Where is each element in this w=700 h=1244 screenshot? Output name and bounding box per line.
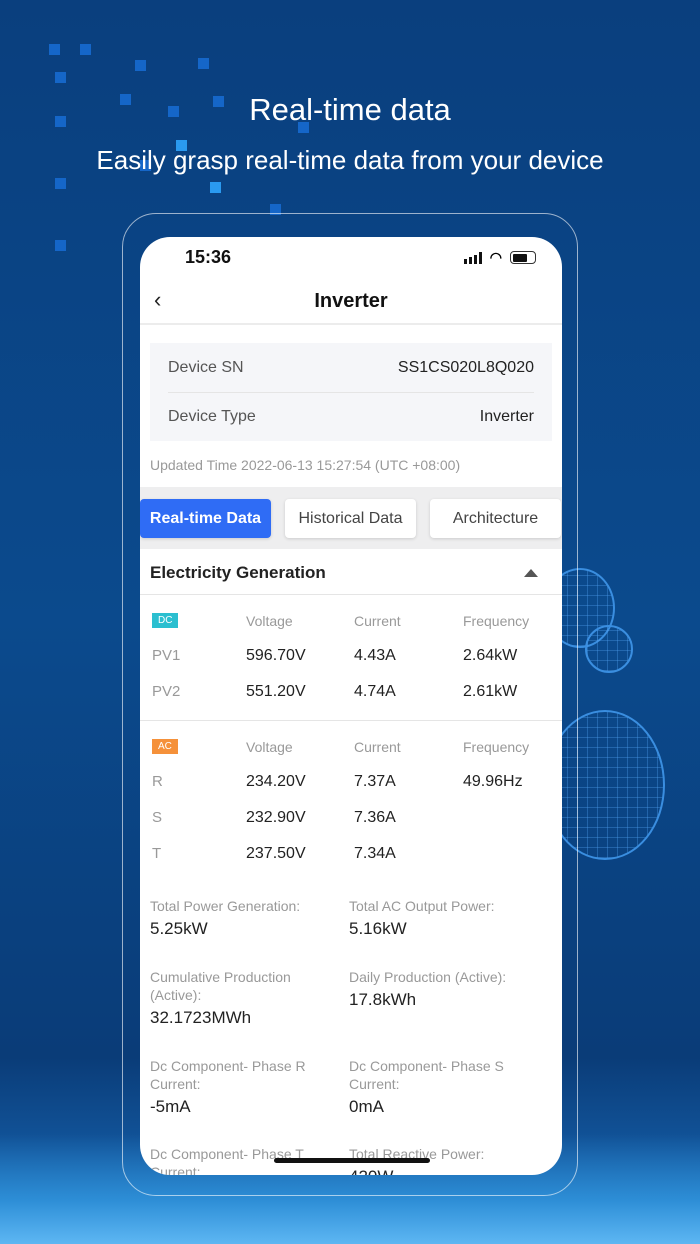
promo-title: Real-time data [249,92,451,127]
device-sn-label: Device SN [168,358,244,376]
table-row: T 237.50V 7.34A [140,845,562,865]
status-icons: ◠ [463,249,536,266]
tab-historical-data[interactable]: Historical Data [285,499,416,538]
cell: 2.61kW [463,683,518,700]
stat-value: 420W [349,1167,529,1175]
section-title: Electricity Generation [150,563,326,582]
phone-screen: 15:36 ◠ ‹ Inverter Device SN SS1CS020L8Q0… [140,237,562,1175]
section-header[interactable]: Electricity Generation [140,549,562,595]
stat-label: Daily Production (Active): [349,969,507,985]
updated-time: Updated Time 2022-06-13 15:27:54 (UTC +0… [150,457,461,473]
status-time: 15:36 [185,247,232,267]
col-voltage: Voltage [246,613,293,629]
ac-badge: AC [152,739,178,754]
col-frequency: Frequency [463,613,530,629]
cell: 596.70V [246,647,306,664]
cell: 4.74A [354,683,396,700]
cell: 2.64kW [463,647,518,664]
stat-value: 0mA [349,1097,384,1116]
device-type-label: Device Type [168,407,256,425]
device-info-card: Device SN SS1CS020L8Q020 Device Type Inver… [150,343,552,441]
device-sn-row: Device SN SS1CS020L8Q020 [168,343,534,392]
tab-architecture[interactable]: Architecture [430,499,561,538]
stat-item: Total AC Output Power: 5.16kW [349,897,529,939]
cell: 49.96Hz [463,773,523,790]
dc-badge: DC [152,613,179,628]
cell: 234.20V [246,773,306,790]
cell: 4.43A [354,647,396,664]
col-voltage: Voltage [246,739,293,755]
row-label: S [152,809,163,826]
stat-value: 5.16kW [349,919,407,938]
collapse-triangle-icon[interactable] [524,569,538,577]
stat-value: -5mA [150,1097,191,1116]
stat-value: 17.8kWh [349,990,417,1009]
tab-bar: Real-time Data Historical Data Architect… [140,487,562,549]
nav-bar: ‹ Inverter [140,277,562,325]
stat-item: Daily Production (Active): 17.8kWh [349,968,529,1010]
stat-label: Total Power Generation: [150,898,301,914]
cell: 551.20V [246,683,306,700]
stat-item: Total Power Generation: 5.25kW [150,897,330,939]
tab-real-time-data[interactable]: Real-time Data [140,499,271,538]
stat-item: Cumulative Production (Active): 32.1723MW… [150,968,320,1028]
page-title: Inverter [314,290,388,312]
table-row: PV2 551.20V 4.74A 2.61kW [140,683,562,703]
row-label: PV2 [152,683,181,700]
stat-label: Dc Component- Phase S Current: [349,1058,504,1092]
wifi-icon: ◠ [489,249,502,265]
battery-icon [510,251,536,264]
signal-icon [463,251,482,264]
promo-subtitle: Easily grasp real-time data from your de… [96,145,604,175]
device-type-value: Inverter [479,407,534,425]
col-frequency: Frequency [463,739,530,755]
table-row: R 234.20V 7.37A 49.96Hz [140,773,562,793]
cell: 7.37A [354,773,396,790]
col-current: Current [354,613,401,629]
stat-item: Dc Component- Phase R Current: -5mA [150,1057,325,1117]
stat-value: 32.1723MWh [150,1008,252,1027]
stat-label: Total AC Output Power: [349,898,495,914]
table-row: S 232.90V 7.36A [140,809,562,829]
col-current: Current [354,739,401,755]
stat-item: Dc Component- Phase S Current: 0mA [349,1057,524,1117]
stat-label: Dc Component- Phase R Current: [150,1058,306,1092]
cell: 237.50V [246,845,306,862]
cell: 7.34A [354,845,396,862]
stat-value: 5.25kW [150,919,208,938]
stat-label: Cumulative Production (Active): [150,969,291,1003]
cell: 7.36A [354,809,396,826]
device-type-row: Device Type Inverter [168,392,534,441]
row-label: T [152,845,162,862]
device-sn-value: SS1CS020L8Q020 [397,358,534,376]
table-row: PV1 596.70V 4.43A 2.64kW [140,647,562,667]
row-label: R [152,773,163,790]
cell: 232.90V [246,809,306,826]
home-indicator[interactable] [274,1158,430,1163]
row-label: PV1 [152,647,181,664]
